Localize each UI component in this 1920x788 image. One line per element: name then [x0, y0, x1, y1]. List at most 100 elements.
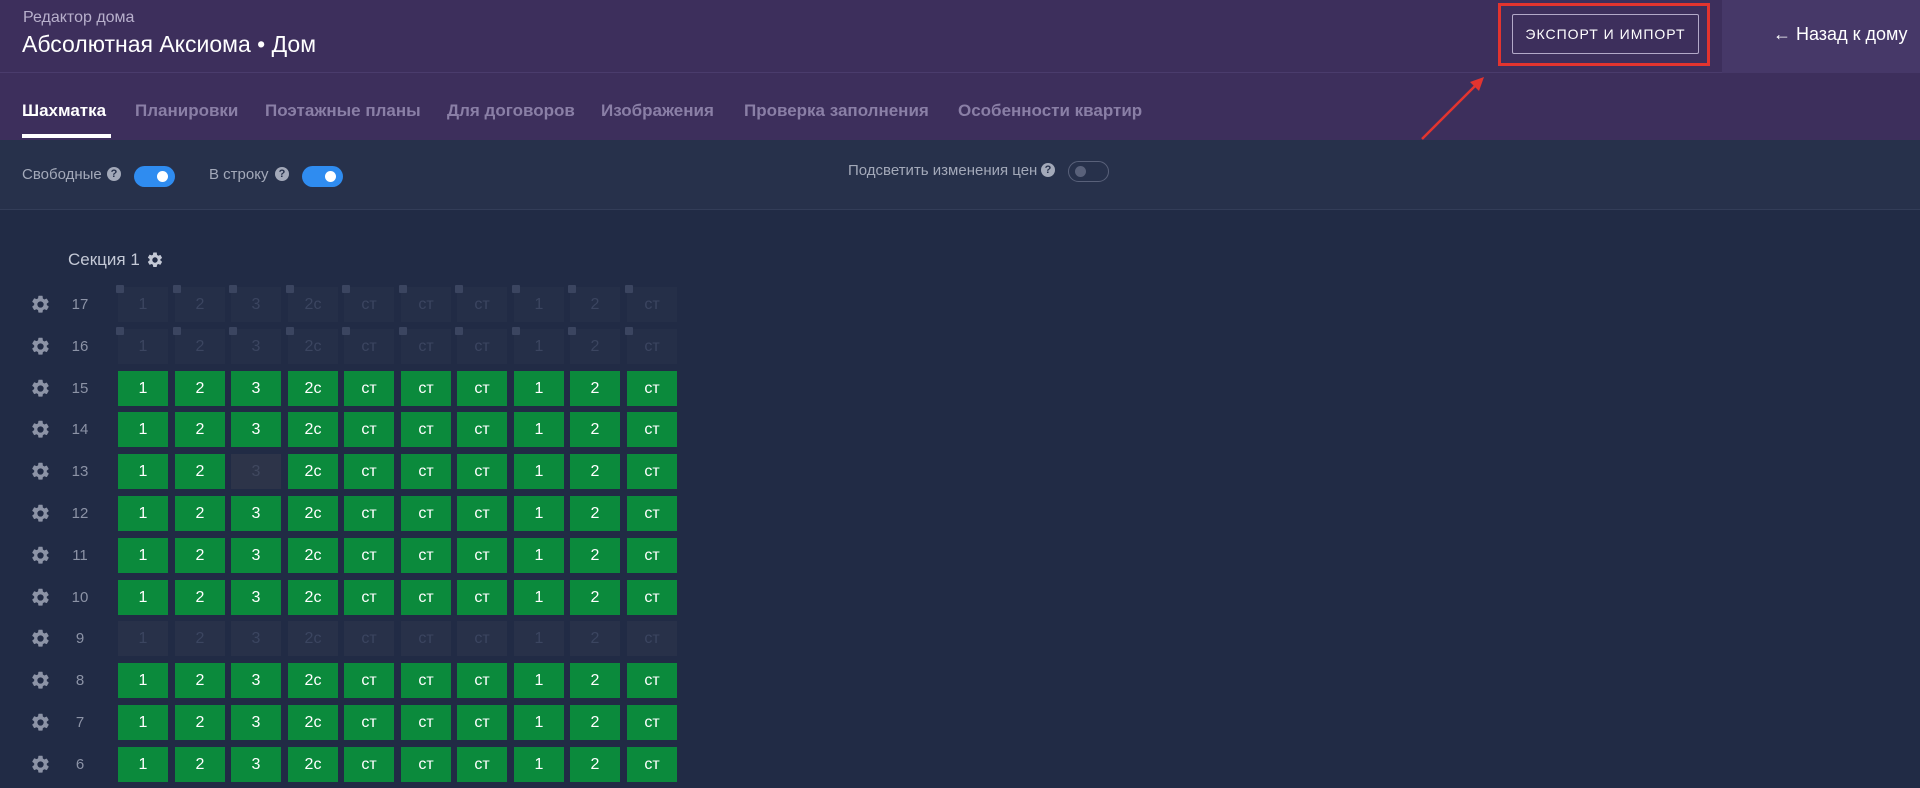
apartment-cell[interactable]: ст	[344, 621, 394, 656]
apartment-cell[interactable]: ст	[455, 327, 507, 364]
apartment-cell[interactable]: 1	[118, 538, 168, 573]
apartment-cell[interactable]: 1	[512, 285, 564, 322]
apartment-cell[interactable]: 2с	[288, 580, 338, 615]
apartment-cell[interactable]: 2	[570, 496, 620, 531]
apartment-cell[interactable]: 3	[231, 580, 281, 615]
apartment-cell[interactable]: ст	[625, 327, 677, 364]
apartment-cell[interactable]: ст	[627, 454, 677, 489]
apartment-cell[interactable]: 2	[570, 371, 620, 406]
apartment-cell[interactable]: ст	[344, 747, 394, 782]
apartment-cell[interactable]: ст	[401, 663, 451, 698]
apartment-cell[interactable]: ст	[342, 327, 394, 364]
floor-gear-icon[interactable]	[30, 712, 51, 733]
floor-gear-icon[interactable]	[30, 754, 51, 775]
apartment-cell[interactable]: ст	[627, 705, 677, 740]
apartment-cell[interactable]: 2	[570, 454, 620, 489]
apartment-cell[interactable]: 3	[231, 621, 281, 656]
apartment-cell[interactable]: ст	[342, 285, 394, 322]
apartment-cell[interactable]: ст	[401, 371, 451, 406]
toggle-free[interactable]	[134, 166, 175, 187]
floor-gear-icon[interactable]	[30, 628, 51, 649]
apartment-cell[interactable]: ст	[401, 496, 451, 531]
apartment-cell[interactable]: 1	[514, 705, 564, 740]
floor-gear-icon[interactable]	[30, 587, 51, 608]
apartment-cell[interactable]: 1	[118, 412, 168, 447]
help-icon[interactable]: ?	[1041, 163, 1055, 177]
apartment-cell[interactable]: 1	[514, 621, 564, 656]
apartment-cell[interactable]: 2с	[286, 327, 338, 364]
apartment-cell[interactable]: 2	[175, 454, 225, 489]
apartment-cell[interactable]: 2	[175, 538, 225, 573]
apartment-cell[interactable]: 2	[175, 705, 225, 740]
apartment-cell[interactable]: 3	[231, 663, 281, 698]
apartment-cell[interactable]: 3	[231, 747, 281, 782]
apartment-cell[interactable]: 2	[568, 285, 620, 322]
apartment-cell[interactable]: 3	[231, 412, 281, 447]
tab-apartment-features[interactable]: Особенности квартир	[958, 101, 1142, 121]
floor-gear-icon[interactable]	[30, 336, 51, 357]
apartment-cell[interactable]: 1	[118, 580, 168, 615]
apartment-cell[interactable]: 2с	[288, 371, 338, 406]
floor-gear-icon[interactable]	[30, 545, 51, 566]
apartment-cell[interactable]: 2	[175, 496, 225, 531]
apartment-cell[interactable]: ст	[627, 496, 677, 531]
apartment-cell[interactable]: 1	[514, 496, 564, 531]
apartment-cell[interactable]: 1	[118, 621, 168, 656]
apartment-cell[interactable]: 2с	[288, 412, 338, 447]
floor-gear-icon[interactable]	[30, 670, 51, 691]
apartment-cell[interactable]: 2с	[288, 663, 338, 698]
apartment-cell[interactable]: ст	[344, 412, 394, 447]
tab-floor-plans[interactable]: Поэтажные планы	[265, 101, 421, 121]
apartment-cell[interactable]: ст	[627, 371, 677, 406]
apartment-cell[interactable]: ст	[344, 371, 394, 406]
apartment-cell[interactable]: 1	[514, 747, 564, 782]
apartment-cell[interactable]: 1	[514, 663, 564, 698]
apartment-cell[interactable]: 2	[570, 538, 620, 573]
apartment-cell[interactable]: ст	[457, 705, 507, 740]
floor-gear-icon[interactable]	[30, 378, 51, 399]
apartment-cell[interactable]: 3	[231, 454, 281, 489]
apartment-cell[interactable]: ст	[457, 580, 507, 615]
apartment-cell[interactable]: 2с	[288, 538, 338, 573]
apartment-cell[interactable]: ст	[625, 285, 677, 322]
apartment-cell[interactable]: 1	[514, 371, 564, 406]
apartment-cell[interactable]: ст	[401, 454, 451, 489]
tab-layouts[interactable]: Планировки	[135, 101, 238, 121]
apartment-cell[interactable]: 2с	[288, 621, 338, 656]
apartment-cell[interactable]: ст	[401, 705, 451, 740]
apartment-cell[interactable]: ст	[401, 538, 451, 573]
apartment-cell[interactable]: 2с	[286, 285, 338, 322]
floor-gear-icon[interactable]	[30, 294, 51, 315]
apartment-cell[interactable]: ст	[627, 747, 677, 782]
apartment-cell[interactable]: 2с	[288, 705, 338, 740]
toggle-inline[interactable]	[302, 166, 343, 187]
tab-chessboard[interactable]: Шахматка	[22, 101, 106, 121]
export-import-button[interactable]: ЭКСПОРТ И ИМПОРТ	[1512, 14, 1699, 54]
apartment-cell[interactable]: 2с	[288, 747, 338, 782]
apartment-cell[interactable]: 2	[175, 371, 225, 406]
apartment-cell[interactable]: 2с	[288, 454, 338, 489]
apartment-cell[interactable]: ст	[344, 580, 394, 615]
help-icon[interactable]: ?	[107, 167, 121, 181]
apartment-cell[interactable]: ст	[344, 705, 394, 740]
apartment-cell[interactable]: ст	[457, 371, 507, 406]
apartment-cell[interactable]: ст	[457, 538, 507, 573]
apartment-cell[interactable]: 2	[175, 747, 225, 782]
apartment-cell[interactable]: 1	[116, 285, 168, 322]
apartment-cell[interactable]: 1	[118, 371, 168, 406]
apartment-cell[interactable]: 2	[570, 621, 620, 656]
apartment-cell[interactable]: ст	[457, 496, 507, 531]
section-gear-icon[interactable]	[146, 251, 164, 269]
apartment-cell[interactable]: ст	[401, 412, 451, 447]
apartment-cell[interactable]: 3	[229, 327, 281, 364]
apartment-cell[interactable]: ст	[627, 538, 677, 573]
apartment-cell[interactable]: ст	[457, 747, 507, 782]
apartment-cell[interactable]: 2	[570, 580, 620, 615]
apartment-cell[interactable]: 1	[118, 705, 168, 740]
apartment-cell[interactable]: 2	[175, 412, 225, 447]
apartment-cell[interactable]: ст	[344, 663, 394, 698]
apartment-cell[interactable]: ст	[627, 580, 677, 615]
apartment-cell[interactable]: 1	[118, 747, 168, 782]
apartment-cell[interactable]: 2	[570, 747, 620, 782]
apartment-cell[interactable]: 2	[570, 705, 620, 740]
